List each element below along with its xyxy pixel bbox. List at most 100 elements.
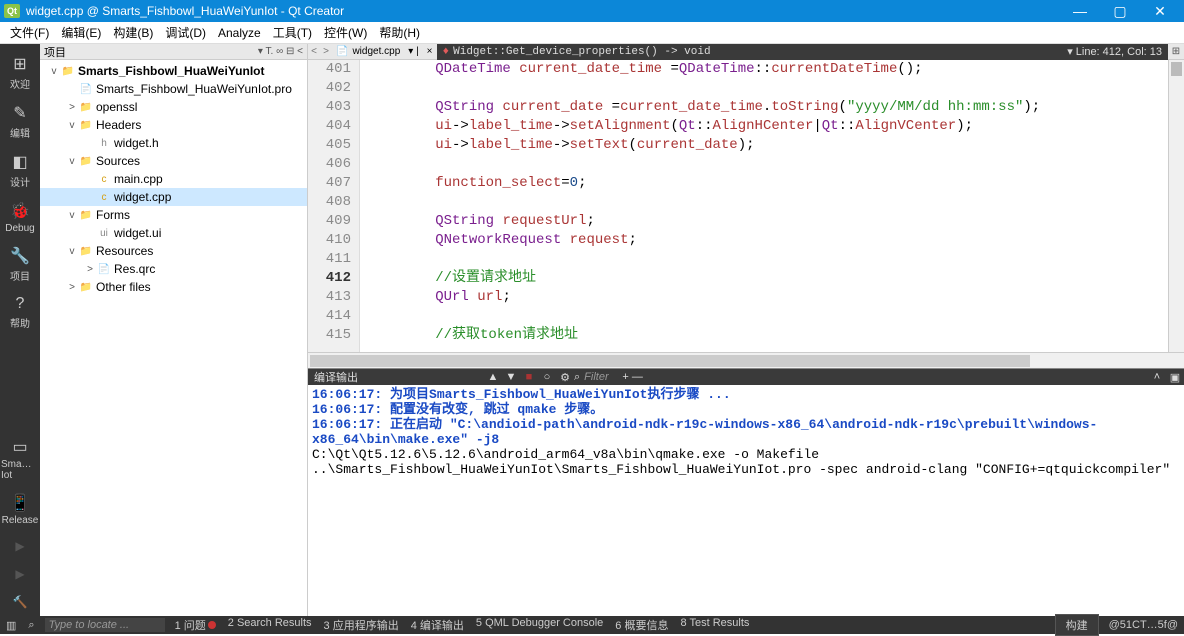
tree-node[interactable]: v📁Headers [40, 116, 307, 134]
code-line[interactable]: //获取token请求地址 [368, 326, 1168, 345]
line-number: 413 [308, 288, 351, 307]
tree-expander-icon[interactable]: > [84, 264, 96, 275]
tree-expander-icon[interactable]: v [66, 120, 78, 131]
output-settings-icon[interactable]: ⚙ [556, 371, 574, 384]
close-button[interactable]: ✕ [1140, 0, 1180, 22]
vscroll-thumb[interactable] [1171, 62, 1182, 76]
line-number: 405 [308, 136, 351, 155]
tree-expander-icon[interactable]: v [48, 66, 60, 77]
output-down-icon[interactable]: ▼ [502, 371, 520, 383]
open-file-tab[interactable]: 📄 widget.cpp [332, 46, 404, 57]
tree-node[interactable]: >📁Other files [40, 278, 307, 296]
tree-expander-icon[interactable]: v [66, 246, 78, 257]
status-toggle-icon[interactable]: ▥ [0, 619, 22, 632]
split-close-icon[interactable]: ▾ | [404, 46, 422, 57]
status-tab[interactable]: 8 Test Results [674, 617, 755, 633]
status-tab[interactable]: 6 概要信息 [609, 617, 674, 633]
tree-expander-icon[interactable]: v [66, 210, 78, 221]
code-editor[interactable]: 4014024034044054064074084094104114124134… [308, 60, 1184, 352]
menu-item[interactable]: 调试(D) [159, 22, 212, 43]
menu-item[interactable]: 编辑(E) [55, 22, 107, 43]
tree-expander-icon[interactable]: > [66, 282, 78, 293]
code-line[interactable]: QDateTime current_date_time =QDateTime::… [368, 60, 1168, 79]
status-tab[interactable]: 3 应用程序输出 [318, 617, 405, 633]
code-line[interactable] [368, 193, 1168, 212]
tree-node[interactable]: v📁Resources [40, 242, 307, 260]
code-line[interactable] [368, 307, 1168, 326]
mode-button[interactable]: ? 帮助 [1, 289, 39, 336]
editor-hscrollbar[interactable] [308, 352, 1184, 368]
mode-button[interactable]: ✎编辑 [1, 97, 39, 146]
code-line[interactable]: QNetworkRequest request; [368, 231, 1168, 250]
editor-extra-icon[interactable]: ⊞ [1168, 46, 1184, 57]
output-close-icon[interactable]: ▣ [1166, 371, 1184, 384]
code-line[interactable] [368, 250, 1168, 269]
menu-item[interactable]: 文件(F) [4, 22, 55, 43]
tree-expander-icon[interactable]: v [66, 156, 78, 167]
code-text[interactable]: QDateTime current_date_time =QDateTime::… [360, 60, 1168, 352]
output-zoom-buttons[interactable]: + — [613, 371, 653, 383]
output-up-icon[interactable]: ▲ [484, 371, 502, 383]
tree-node[interactable]: cwidget.cpp [40, 188, 307, 206]
tree-node[interactable]: >📄Res.qrc [40, 260, 307, 278]
mode-button[interactable]: ◧设计 [1, 146, 39, 195]
mode-button[interactable]: 🔧项目 [1, 240, 39, 289]
output-clear-icon[interactable]: ○ [538, 371, 556, 383]
status-tab[interactable]: 2 Search Results [222, 617, 318, 633]
output-stop-icon[interactable]: ■ [520, 371, 538, 383]
build-button-icon[interactable]: 🔨 [1, 588, 39, 616]
output-collapse-icon[interactable]: ˄ [1148, 371, 1166, 383]
hscroll-thumb[interactable] [310, 355, 1030, 367]
output-text[interactable]: 16:06:17: 为项目Smarts_Fishbowl_HuaWeiYunIo… [308, 385, 1184, 616]
tree-node[interactable]: hwidget.h [40, 134, 307, 152]
mode-button[interactable]: 🐞Debug [1, 195, 39, 240]
tree-expander-icon[interactable]: > [66, 102, 78, 113]
project-panel-actions[interactable]: ▾ T. ∞ ⊟ < [258, 46, 303, 57]
code-line[interactable]: QString requestUrl; [368, 212, 1168, 231]
symbol-breadcrumb[interactable]: ♦ Widget::Get_device_properties() -> voi… [437, 44, 1062, 60]
minimize-button[interactable]: — [1060, 0, 1100, 22]
debug-run-button[interactable]: ▶ [1, 560, 39, 588]
project-tree[interactable]: v📁Smarts_Fishbowl_HuaWeiYunIot📄Smarts_Fi… [40, 60, 307, 616]
tree-node[interactable]: cmain.cpp [40, 170, 307, 188]
tree-node[interactable]: v📁Forms [40, 206, 307, 224]
code-line[interactable]: function_select=0; [368, 174, 1168, 193]
menu-item[interactable]: 构建(B) [107, 22, 159, 43]
status-tab[interactable]: 4 编译输出 [405, 617, 470, 633]
code-line[interactable] [368, 155, 1168, 174]
status-tab[interactable]: 5 QML Debugger Console [470, 617, 609, 633]
nav-fwd-button[interactable]: > [320, 46, 332, 57]
tree-item-label: widget.ui [114, 226, 161, 240]
output-toolbar: 编译输出 ▲ ▼ ■ ○ ⚙ ⌕ Filter + — ˄ ▣ [308, 369, 1184, 385]
maximize-button[interactable]: ▢ [1100, 0, 1140, 22]
code-line[interactable]: ui->label_time->setAlignment(Qt::AlignHC… [368, 117, 1168, 136]
editor-vscrollbar[interactable] [1168, 60, 1184, 352]
menu-item[interactable]: Analyze [212, 24, 267, 42]
code-line[interactable]: QUrl url; [368, 288, 1168, 307]
code-line[interactable]: QString current_date =current_date_time.… [368, 98, 1168, 117]
tab-close-icon[interactable]: × [423, 46, 437, 57]
locator-input[interactable]: Type to locate ... [45, 618, 165, 632]
run-button[interactable]: ▶ [1, 532, 39, 560]
mode-label: 帮助 [10, 315, 30, 330]
mode-button[interactable]: ⊞欢迎 [1, 48, 39, 97]
build-button[interactable]: 构建 [1055, 614, 1099, 636]
tree-node[interactable]: 📄Smarts_Fishbowl_HuaWeiYunIot.pro [40, 80, 307, 98]
tree-node[interactable]: v📁Sources [40, 152, 307, 170]
output-filter[interactable]: ⌕ Filter [574, 371, 613, 384]
code-line[interactable]: ui->label_time->setText(current_date); [368, 136, 1168, 155]
code-line[interactable] [368, 79, 1168, 98]
line-col-indicator[interactable]: ▾ Line: 412, Col: 13 [1061, 44, 1168, 60]
tree-node[interactable]: v📁Smarts_Fishbowl_HuaWeiYunIot [40, 62, 307, 80]
status-tab[interactable]: 1 问题 [169, 617, 222, 633]
tree-node[interactable]: uiwidget.ui [40, 224, 307, 242]
menu-item[interactable]: 工具(T) [267, 22, 318, 43]
code-line[interactable]: //设置请求地址 [368, 269, 1168, 288]
menu-item[interactable]: 帮助(H) [373, 22, 426, 43]
menu-item[interactable]: 控件(W) [318, 22, 373, 43]
tree-node[interactable]: >📁openssl [40, 98, 307, 116]
kit-selector[interactable]: 📱Release [1, 487, 39, 532]
mode-icon: ? [16, 295, 25, 313]
nav-back-button[interactable]: < [308, 46, 320, 57]
kit-selector[interactable]: ▭Sma…Iot [1, 431, 39, 487]
